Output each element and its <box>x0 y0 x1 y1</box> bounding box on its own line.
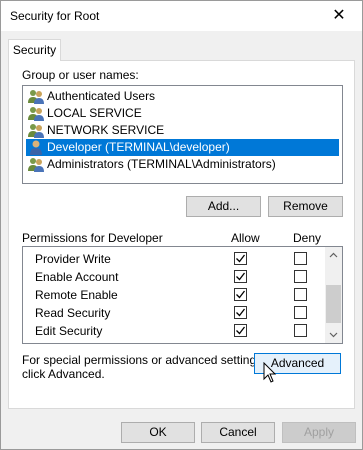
security-dialog: Security for Root ✕ Security Group or us… <box>0 0 363 450</box>
list-item[interactable]: LOCAL SERVICE <box>26 105 339 122</box>
list-item-label: Developer (TERMINAL\developer) <box>47 140 230 154</box>
mouse-cursor-icon <box>263 362 277 383</box>
allow-column-header: Allow <box>231 231 260 245</box>
permissions-label: Permissions for Developer <box>22 231 163 245</box>
window-title: Security for Root <box>10 9 100 23</box>
deny-checkbox[interactable] <box>294 270 307 283</box>
list-item-label: LOCAL SERVICE <box>47 106 142 120</box>
group-list-label: Group or user names: <box>22 68 139 82</box>
cancel-button[interactable]: Cancel <box>201 422 275 443</box>
remove-button[interactable]: Remove <box>268 196 343 217</box>
checkmark-icon <box>236 326 246 335</box>
list-item-label: Authenticated Users <box>47 89 156 103</box>
permission-name: Enable Account <box>35 270 119 284</box>
table-row: Edit Security <box>23 322 325 340</box>
advanced-hint-line2: click Advanced. <box>22 367 105 381</box>
permission-name: Read Security <box>35 306 111 320</box>
advanced-hint-line1: For special permissions or advanced sett… <box>22 353 266 367</box>
deny-column-header: Deny <box>293 231 322 245</box>
user-group-icon <box>28 107 44 121</box>
checkmark-icon <box>236 308 246 317</box>
tab-security[interactable]: Security <box>8 39 61 61</box>
allow-checkbox[interactable] <box>234 306 247 319</box>
allow-checkbox[interactable] <box>234 324 247 337</box>
deny-checkbox[interactable] <box>294 324 307 337</box>
scrollbar-thumb[interactable] <box>326 285 341 323</box>
permission-name: Edit Security <box>35 324 103 338</box>
table-row: Remote Enable <box>23 286 325 304</box>
list-item-selected[interactable]: Developer (TERMINAL\developer) <box>26 139 339 156</box>
table-row: Read Security <box>23 304 325 322</box>
checkmark-icon <box>236 254 246 263</box>
scroll-down-icon[interactable] <box>325 326 342 343</box>
checkmark-icon <box>236 290 246 299</box>
close-icon[interactable]: ✕ <box>316 1 362 31</box>
scroll-up-icon[interactable] <box>325 247 342 264</box>
add-button[interactable]: Add... <box>186 196 261 217</box>
permissions-scrollbar[interactable] <box>325 247 342 343</box>
user-group-icon <box>28 124 44 138</box>
list-item[interactable]: NETWORK SERVICE <box>26 122 339 139</box>
group-user-list[interactable]: Authenticated Users LOCAL SERVICE NETWOR… <box>22 85 343 184</box>
checkmark-icon <box>236 272 246 281</box>
list-item-label: Administrators (TERMINAL\Administrators) <box>47 157 276 171</box>
list-item[interactable]: Authenticated Users <box>26 88 339 105</box>
deny-checkbox[interactable] <box>294 252 307 265</box>
deny-checkbox[interactable] <box>294 306 307 319</box>
list-item-label: NETWORK SERVICE <box>47 123 165 137</box>
list-item[interactable]: Administrators (TERMINAL\Administrators) <box>26 156 339 173</box>
ok-button[interactable]: OK <box>121 422 195 443</box>
deny-checkbox[interactable] <box>294 288 307 301</box>
table-row: Enable Account <box>23 268 325 286</box>
permission-name: Remote Enable <box>35 288 118 302</box>
apply-button[interactable]: Apply <box>282 422 356 443</box>
permissions-list: Provider Write Enable Account Remote Ena… <box>22 246 343 344</box>
user-group-icon <box>28 158 44 172</box>
table-row: Provider Write <box>23 250 325 268</box>
user-icon <box>30 140 42 155</box>
allow-checkbox[interactable] <box>234 270 247 283</box>
allow-checkbox[interactable] <box>234 288 247 301</box>
permission-name: Provider Write <box>35 252 111 266</box>
allow-checkbox[interactable] <box>234 252 247 265</box>
title-bar: Security for Root ✕ <box>1 1 362 31</box>
user-group-icon <box>28 90 44 104</box>
